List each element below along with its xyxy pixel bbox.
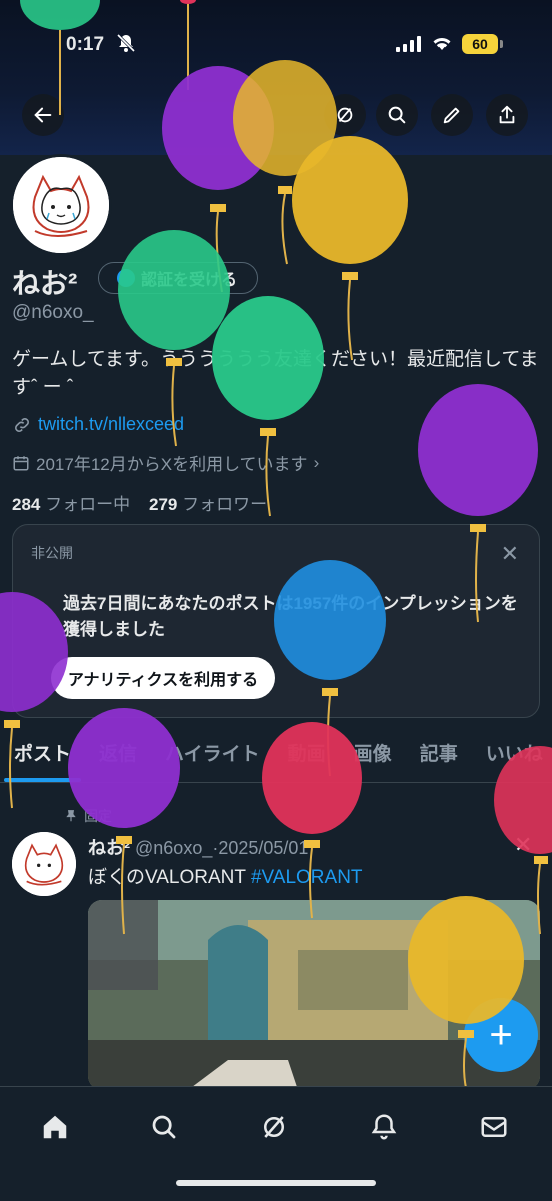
post-meta: ねお² @n6oxo_·2025/05/01 [88, 834, 308, 860]
search-nav-icon [152, 1115, 176, 1139]
post-avatar[interactable] [12, 832, 76, 896]
tab-articles[interactable]: 記事 [406, 736, 472, 782]
nav-home[interactable] [31, 1103, 79, 1151]
profile-tabs: ポスト 返信 ハイライト 動画 画像 記事 いいね [0, 736, 552, 783]
compose-button[interactable]: + [464, 998, 538, 1072]
profile-avatar[interactable] [10, 154, 112, 256]
profile-joined-text: 2017年12月からXを利用しています [36, 455, 308, 474]
status-bar: 0:17 60 [0, 0, 552, 60]
profile-joined[interactable]: 2017年12月からXを利用しています › [12, 450, 319, 475]
followers-label: フォロワー [182, 495, 268, 514]
nav-search[interactable] [140, 1103, 188, 1151]
home-icon [43, 1115, 67, 1139]
pinned-indicator: 固定 [64, 806, 112, 826]
chevron-right-icon: › [313, 452, 320, 472]
nav-grok[interactable] [250, 1103, 298, 1151]
back-icon [34, 107, 52, 123]
get-verified-label: 認証を受ける [141, 272, 238, 289]
explore-button[interactable] [324, 94, 366, 136]
post-avatar-drawing [12, 832, 76, 896]
share-icon [499, 105, 515, 124]
pinned-label: 固定 [84, 808, 112, 824]
search-icon [388, 106, 406, 124]
get-verified-button[interactable]: 認証を受ける [98, 262, 258, 294]
post-handle-date: @n6oxo_·2025/05/01 [135, 838, 309, 858]
post-video-thumbnail[interactable] [88, 900, 540, 1090]
following-label: フォロー中 [45, 495, 131, 514]
followers-link[interactable]: 279 フォロワー [149, 495, 267, 514]
profile-display-name: ねお² [12, 268, 78, 299]
tab-posts[interactable]: ポスト [0, 736, 85, 782]
battery-indicator: 60 [462, 34, 503, 54]
verified-badge-icon [117, 269, 135, 287]
wifi-icon [433, 37, 451, 50]
status-time: 0:17 [66, 34, 105, 55]
close-icon[interactable]: ✕ [501, 541, 519, 567]
back-button[interactable] [22, 94, 64, 136]
tab-likes[interactable]: いいね [472, 736, 552, 782]
edit-button[interactable] [431, 94, 473, 136]
nav-messages[interactable] [470, 1103, 518, 1151]
analytics-card: 非公開 ✕ 過去7日間にあなたのポストは1957件のインプレッションを獲得しまし… [12, 524, 540, 718]
explore-icon [337, 107, 353, 123]
bell-off-icon [116, 33, 136, 53]
follow-stats: 284 フォロー中 279 フォロワー [12, 490, 267, 515]
following-link[interactable]: 284 フォロー中 [12, 495, 130, 514]
messages-icon [481, 1117, 507, 1137]
followers-count: 279 [149, 495, 178, 514]
link-icon [15, 417, 29, 432]
edit-icon [443, 107, 460, 124]
calendar-icon [13, 455, 29, 470]
profile-handle: @n6oxo_ [12, 302, 94, 323]
tab-videos[interactable]: 動画 [274, 736, 340, 782]
post-text: ぼくのVALORANT #VALORANT [88, 862, 363, 889]
notifications-icon [371, 1114, 397, 1140]
home-indicator [176, 1180, 376, 1186]
game-scene-image [88, 900, 540, 1090]
post-more-icon[interactable]: ✕ [514, 832, 532, 858]
analytics-card-body: 過去7日間にあなたのポストは1957件のインプレッションを獲得しました [63, 594, 518, 639]
signal-icon [396, 36, 421, 52]
following-count: 284 [12, 495, 41, 514]
share-button[interactable] [486, 94, 528, 136]
tab-highlights[interactable]: ハイライト [151, 736, 274, 782]
analytics-button[interactable]: アナリティクスを利用する [51, 657, 275, 699]
grok-icon [264, 1116, 284, 1138]
pin-icon [66, 810, 76, 822]
plus-icon: + [489, 1012, 513, 1057]
tab-replies[interactable]: 返信 [85, 736, 151, 782]
profile-link[interactable]: twitch.tv/nllexceed [12, 414, 184, 435]
profile-bio: ゲームしてます。うううううう友達ください！最近配信してますˆ ー ˆ [12, 349, 539, 398]
avatar-drawing [13, 157, 109, 253]
analytics-card-label: 非公開 [31, 545, 73, 561]
post-author[interactable]: ねお² [88, 838, 130, 858]
tab-images[interactable]: 画像 [340, 736, 406, 782]
profile-link-text[interactable]: twitch.tv/nllexceed [38, 414, 184, 435]
post-text-body: ぼくのVALORANT [88, 867, 246, 888]
nav-notifications[interactable] [360, 1103, 408, 1151]
search-button[interactable] [376, 94, 418, 136]
post-hashtag[interactable]: #VALORANT [251, 867, 363, 888]
